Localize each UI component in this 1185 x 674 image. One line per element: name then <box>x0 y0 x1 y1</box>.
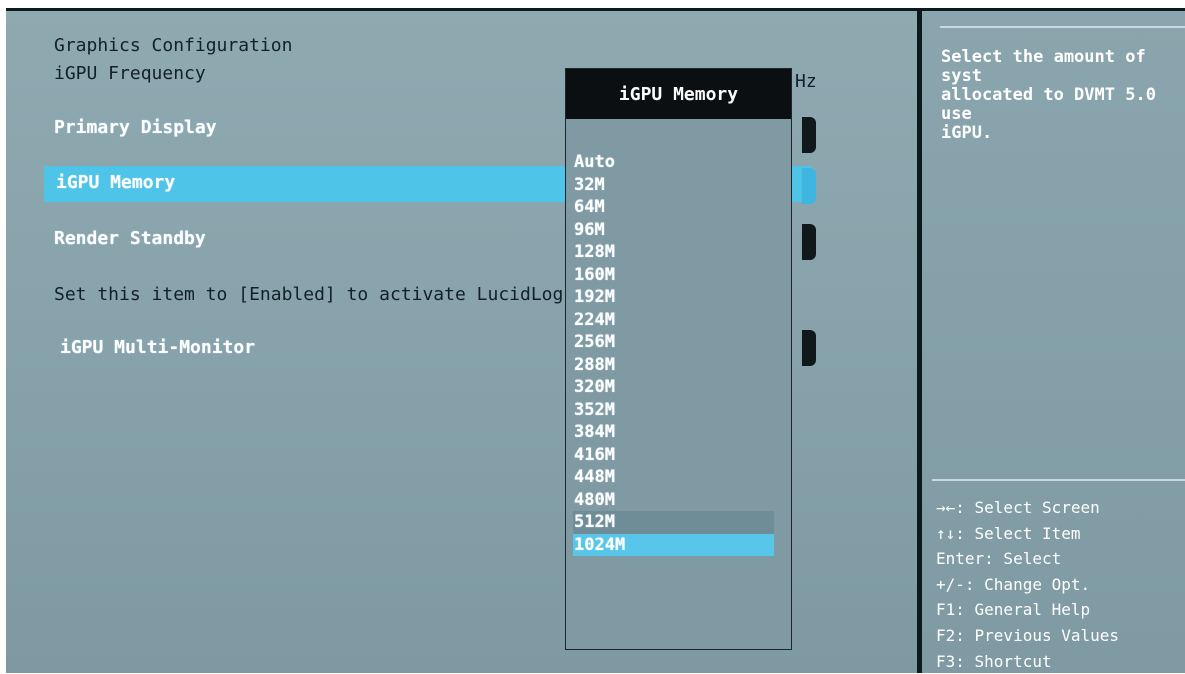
popup-title: iGPU Memory <box>566 69 791 119</box>
help-divider-top <box>940 26 1185 28</box>
section-title: Graphics Configuration <box>54 35 293 56</box>
key-select-item: ↑↓: Select Item <box>936 523 1081 543</box>
menu-item-render-standby[interactable]: Render Standby <box>54 229 206 249</box>
popup-option-352m[interactable]: 352M <box>566 399 791 422</box>
popup-option-auto[interactable]: Auto <box>566 151 791 174</box>
igpu-frequency-label: iGPU Frequency <box>54 63 206 84</box>
popup-option-96m[interactable]: 96M <box>566 219 791 242</box>
popup-option-192m[interactable]: 192M <box>566 286 791 309</box>
popup-option-288m[interactable]: 288M <box>566 354 791 377</box>
popup-option-224m[interactable]: 224M <box>566 309 791 332</box>
igpu-memory-popup: iGPU Memory Auto 32M 64M 96M 128M 160M 192M 224… <box>565 68 792 650</box>
menu-item-igpu-multi-monitor[interactable]: iGPU Multi-Monitor <box>60 338 255 358</box>
popup-option-480m[interactable]: 480M <box>566 489 791 512</box>
key-change-opt: +/-: Change Opt. <box>936 574 1091 594</box>
key-select-screen: →←: Select Screen <box>936 498 1100 517</box>
popup-option-320m[interactable]: 320M <box>566 376 791 399</box>
popup-option-416m[interactable]: 416M <box>566 444 791 467</box>
popup-option-1024m[interactable]: 1024M <box>573 533 774 556</box>
menu-item-igpu-memory[interactable]: iGPU Memory <box>56 173 175 193</box>
popup-option-128m[interactable]: 128M <box>566 241 791 264</box>
popup-option-32m[interactable]: 32M <box>566 174 791 197</box>
menu-item-primary-display[interactable]: Primary Display <box>54 118 217 138</box>
lucidlogix-hint: Set this item to [Enabled] to activate L… <box>54 284 564 305</box>
help-line: Select the amount of syst <box>941 47 1146 86</box>
popup-option-64m[interactable]: 64M <box>566 196 791 219</box>
popup-option-160m[interactable]: 160M <box>566 264 791 287</box>
key-enter-select: Enter: Select <box>936 549 1062 569</box>
popup-option-512m[interactable]: 512M <box>573 511 774 534</box>
help-line: iGPU. <box>941 123 993 143</box>
key-shortcut: F3: Shortcut <box>936 651 1052 671</box>
popup-option-list: Auto 32M 64M 96M 128M 160M 192M 224M 256M 288M 320… <box>566 151 791 556</box>
key-legend: →←: Select Screen ↑↓: Select Item Enter:… <box>936 495 1119 674</box>
popup-option-256m[interactable]: 256M <box>566 331 791 354</box>
multi-monitor-value-button[interactable] <box>802 330 816 366</box>
key-previous-values: F2: Previous Values <box>936 625 1120 645</box>
igpu-frequency-value: Hz <box>795 71 817 92</box>
render-standby-value-button[interactable] <box>802 224 816 260</box>
popup-option-448m[interactable]: 448M <box>566 466 791 489</box>
help-line: allocated to DVMT 5.0 use <box>941 85 1156 124</box>
popup-option-384m[interactable]: 384M <box>566 421 791 444</box>
primary-display-value-button[interactable] <box>802 117 816 153</box>
help-divider-bottom <box>932 479 1185 481</box>
help-description: Select the amount of syst allocated to D… <box>941 48 1185 143</box>
igpu-memory-value-button[interactable] <box>802 168 816 204</box>
key-general-help: F1: General Help <box>936 600 1091 620</box>
